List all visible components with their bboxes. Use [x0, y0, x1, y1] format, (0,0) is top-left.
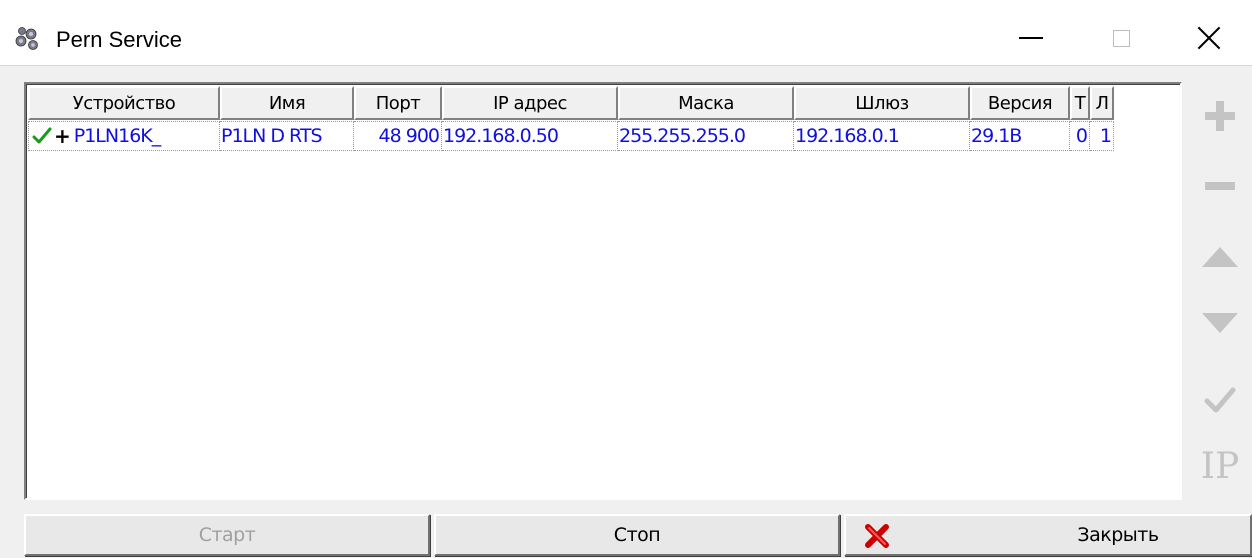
ip-button[interactable]: IP — [1188, 444, 1252, 488]
stop-button[interactable]: Стоп — [434, 514, 840, 556]
column-header-ip[interactable]: IP адрес — [442, 86, 618, 120]
remove-button[interactable] — [1188, 176, 1252, 196]
close-button[interactable]: Закрыть — [844, 514, 1252, 556]
check-icon — [32, 127, 52, 144]
plus-icon — [1205, 101, 1235, 131]
column-header-version[interactable]: Версия — [970, 86, 1070, 120]
add-button[interactable] — [1188, 96, 1252, 136]
cell-version[interactable]: 29.1B — [970, 121, 1070, 151]
title-bar[interactable]: Pern Service — [0, 0, 1252, 66]
close-icon — [1197, 26, 1221, 50]
start-button[interactable]: Старт — [24, 514, 430, 556]
move-down-button[interactable] — [1188, 310, 1252, 336]
app-window: Pern Service Устройство Имя Порт IP адре… — [0, 0, 1252, 558]
column-header-name[interactable]: Имя — [220, 86, 354, 120]
cell-port[interactable]: 48 900 — [354, 121, 442, 151]
arrow-up-icon — [1202, 247, 1238, 267]
minus-icon — [1205, 182, 1235, 190]
column-header-mask[interactable]: Маска — [618, 86, 794, 120]
checkmark-icon — [1204, 387, 1236, 413]
maximize-button[interactable] — [1076, 10, 1166, 66]
cell-ip[interactable]: 192.168.0.50 — [442, 121, 618, 151]
arrow-down-icon — [1202, 313, 1238, 333]
ip-icon: IP — [1200, 445, 1240, 487]
cell-l[interactable]: 1 — [1090, 121, 1114, 151]
cell-gateway[interactable]: 192.168.0.1 — [794, 121, 970, 151]
flowers-app-icon — [15, 27, 38, 50]
minimize-icon — [1019, 37, 1043, 39]
column-header-l[interactable]: Л — [1090, 86, 1114, 120]
move-up-button[interactable] — [1188, 244, 1252, 270]
column-header-port[interactable]: Порт — [354, 86, 442, 120]
apply-button[interactable] — [1188, 382, 1252, 418]
device-value: P1LN16K_ — [73, 125, 161, 147]
device-grid[interactable]: Устройство Имя Порт IP адрес Маска Шлюз … — [24, 82, 1182, 500]
minimize-button[interactable] — [986, 10, 1076, 66]
maximize-icon — [1112, 29, 1130, 47]
grid-header: Устройство Имя Порт IP адрес Маска Шлюз … — [28, 86, 1114, 120]
cell-name[interactable]: P1LN D RTS — [220, 121, 354, 151]
column-header-t[interactable]: Т — [1070, 86, 1090, 120]
expand-mark[interactable]: + — [54, 124, 71, 148]
cell-device[interactable]: + P1LN16K_ — [28, 121, 220, 151]
cell-mask[interactable]: 255.255.255.0 — [618, 121, 794, 151]
table-row[interactable]: + P1LN16K_ P1LN D RTS 48 900 192.168.0.5… — [28, 121, 1114, 151]
column-header-device[interactable]: Устройство — [28, 86, 220, 120]
close-button-label: Закрыть — [1077, 524, 1159, 546]
close-window-button[interactable] — [1166, 10, 1252, 66]
window-title: Pern Service — [56, 27, 182, 52]
cell-t[interactable]: 0 — [1070, 121, 1090, 151]
column-header-gateway[interactable]: Шлюз — [794, 86, 970, 120]
